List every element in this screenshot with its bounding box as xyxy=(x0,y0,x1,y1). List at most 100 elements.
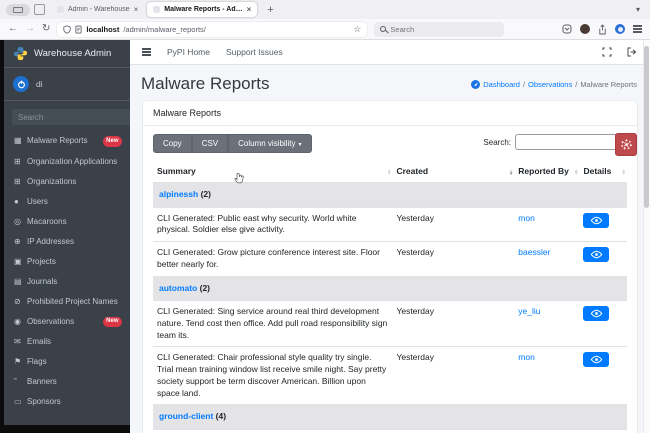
share-icon[interactable] xyxy=(598,23,607,35)
project-link[interactable]: ground-client xyxy=(159,411,213,421)
url-host: localhost xyxy=(86,24,120,34)
firefox-view-icon xyxy=(13,6,23,13)
view-details-button[interactable] xyxy=(583,306,610,322)
view-details-button[interactable] xyxy=(583,352,610,368)
malware-icon: ▦ xyxy=(14,136,22,145)
sidebar-toggle-icon[interactable] xyxy=(142,47,151,57)
report-row: CLI Generated: Chair professional style … xyxy=(153,346,627,405)
tab-title: Admin - Warehouse xyxy=(68,6,130,13)
brand[interactable]: Warehouse Admin xyxy=(4,40,130,68)
sidebar-item-projects[interactable]: ▣ Projects xyxy=(4,252,130,272)
sidebar-item-malware-reports[interactable]: ▦ Malware Reports New xyxy=(4,131,130,152)
breadcrumb: Dashboard / Observations / Malware Reports xyxy=(471,79,637,89)
column-label: Summary xyxy=(157,166,196,176)
url-path: /admin/malware_reports/ xyxy=(123,24,206,34)
sidebar-item-ip-addresses[interactable]: ⊕ IP Addresses xyxy=(4,232,130,252)
sidebar-item-journals[interactable]: ▤ Journals xyxy=(4,272,130,292)
sidebar-item-macaroons[interactable]: ◎ Macaroons xyxy=(4,212,130,232)
sidebar-search-input[interactable] xyxy=(12,109,134,125)
nav-link-pypi-home[interactable]: PyPI Home xyxy=(167,47,210,57)
ban-icon: ⊘ xyxy=(14,296,21,306)
admin-sidebar: Warehouse Admin di ▦ Malware Reports New ⊞ O… xyxy=(4,40,140,425)
brand-title: Warehouse Admin xyxy=(34,48,112,59)
page-title: Malware Reports xyxy=(141,74,270,93)
nav-link-support-issues[interactable]: Support Issues xyxy=(226,47,283,57)
project-link[interactable]: automato xyxy=(159,283,197,293)
report-row: CLI Generated: Public east why security.… xyxy=(153,206,627,242)
pocket-icon[interactable] xyxy=(562,24,572,34)
card-title: Malware Reports xyxy=(143,101,637,126)
breadcrumb-observations[interactable]: Observations xyxy=(528,80,572,89)
summary-cell: CLI Generated: Public east why security.… xyxy=(153,206,393,242)
column-header-summary[interactable]: Summary ▲ ▼ xyxy=(153,162,392,183)
container-tabs-icon[interactable] xyxy=(34,4,45,15)
sidebar-item-sponsors[interactable]: ▭ Sponsors xyxy=(4,392,130,412)
sidebar-item-banners[interactable]: ” Banners xyxy=(4,372,130,392)
window-edge-bottom xyxy=(0,425,130,433)
table-search-input[interactable] xyxy=(515,134,627,150)
sidebar-item-emails[interactable]: ✉ Emails xyxy=(4,332,130,352)
column-header-created[interactable]: Created ▲ ▼ xyxy=(392,162,514,183)
cubes-icon: ▣ xyxy=(14,256,22,266)
csv-button[interactable]: CSV xyxy=(191,134,229,153)
scrollbar-thumb[interactable] xyxy=(644,46,649,208)
reporter-link[interactable]: mon xyxy=(518,213,535,223)
extension-icon[interactable] xyxy=(615,24,625,34)
user-name[interactable]: di xyxy=(36,79,43,89)
view-details-button[interactable] xyxy=(583,212,610,228)
shield-icon[interactable] xyxy=(63,24,71,34)
report-count: (4) xyxy=(213,411,227,422)
sidebar-item-organizations[interactable]: ⊞ Organizations xyxy=(4,172,130,192)
browser-tab-admin-warehouse[interactable]: Admin - Warehouse × xyxy=(51,2,144,17)
sidebar-item-label: Macaroons xyxy=(27,216,67,226)
sidebar-item-prohibited-project-names[interactable]: ⊘ Prohibited Project Names xyxy=(4,292,130,312)
browser-search-input[interactable] xyxy=(390,24,499,34)
column-visibility-button[interactable]: Column visibility ▾ xyxy=(228,134,312,153)
view-details-button[interactable] xyxy=(583,247,610,263)
sidebar-item-label: Prohibited Project Names xyxy=(27,296,118,306)
breadcrumb-dashboard[interactable]: Dashboard xyxy=(483,80,520,89)
breadcrumb-separator: / xyxy=(522,79,526,89)
summary-cell: CLI Generated: Help kid series she what … xyxy=(153,429,393,433)
sidebar-item-organization-applications[interactable]: ⊞ Organization Applications xyxy=(4,152,130,172)
reporter-link[interactable]: baessler xyxy=(518,247,550,257)
created-cell: Yesterday xyxy=(392,429,515,433)
sidebar-item-observations[interactable]: ◉ Observations New xyxy=(4,312,130,333)
reporter-link[interactable]: ye_liu xyxy=(518,306,540,316)
logout-icon[interactable] xyxy=(626,47,638,57)
sidebar-item-flags[interactable]: ⚑ Flags xyxy=(4,352,130,372)
eye-icon xyxy=(590,216,603,225)
reload-button[interactable]: ↻ xyxy=(42,24,50,34)
project-link[interactable]: alpinessh xyxy=(159,189,198,199)
browser-menu-icon[interactable] xyxy=(633,24,642,34)
tab-close-icon[interactable]: × xyxy=(247,5,252,14)
tab-bar: Admin - Warehouse×Malware Reports - Admi… xyxy=(0,0,650,19)
floating-extension-button[interactable] xyxy=(615,133,637,156)
list-all-tabs-icon[interactable]: ▾ xyxy=(636,5,646,14)
summary-cell: CLI Generated: Sing service around real … xyxy=(153,300,393,347)
app-navbar: PyPI Home Support Issues xyxy=(130,40,650,65)
firefox-view-button[interactable] xyxy=(6,3,30,16)
new-tab-button[interactable]: + xyxy=(261,4,279,16)
tabs-container: Admin - Warehouse×Malware Reports - Admi… xyxy=(51,2,258,17)
page-scrollbar[interactable] xyxy=(643,40,650,433)
tab-title: Malware Reports - Admin - War xyxy=(164,6,242,13)
tab-close-icon[interactable]: × xyxy=(134,5,139,14)
sidebar-item-label: Malware Reports xyxy=(27,136,88,145)
browser-tab-malware-reports-admin-war[interactable]: Malware Reports - Admin - War × xyxy=(147,2,258,17)
copy-button[interactable]: Copy xyxy=(153,134,192,153)
column-header-reported-by[interactable]: Reported By ▲ ▼ xyxy=(514,162,579,183)
site-info-icon[interactable] xyxy=(75,25,82,34)
bookmark-star-icon[interactable]: ☆ xyxy=(353,24,361,35)
chevron-down-icon: ▾ xyxy=(298,142,302,148)
column-header-details[interactable]: Details ▲ ▼ xyxy=(579,162,627,183)
sidebar-item-users[interactable]: ● Users xyxy=(4,192,130,212)
url-bar[interactable]: localhost/admin/malware_reports/ ☆ xyxy=(57,21,368,37)
forward-button[interactable]: → xyxy=(25,24,35,34)
profile-avatar[interactable] xyxy=(580,24,590,34)
sidebar-item-label: IP Addresses xyxy=(27,236,74,246)
reporter-link[interactable]: mon xyxy=(518,352,535,362)
browser-search-box[interactable] xyxy=(374,21,505,37)
back-button[interactable]: ← xyxy=(8,24,18,34)
fullscreen-icon[interactable] xyxy=(602,47,612,57)
